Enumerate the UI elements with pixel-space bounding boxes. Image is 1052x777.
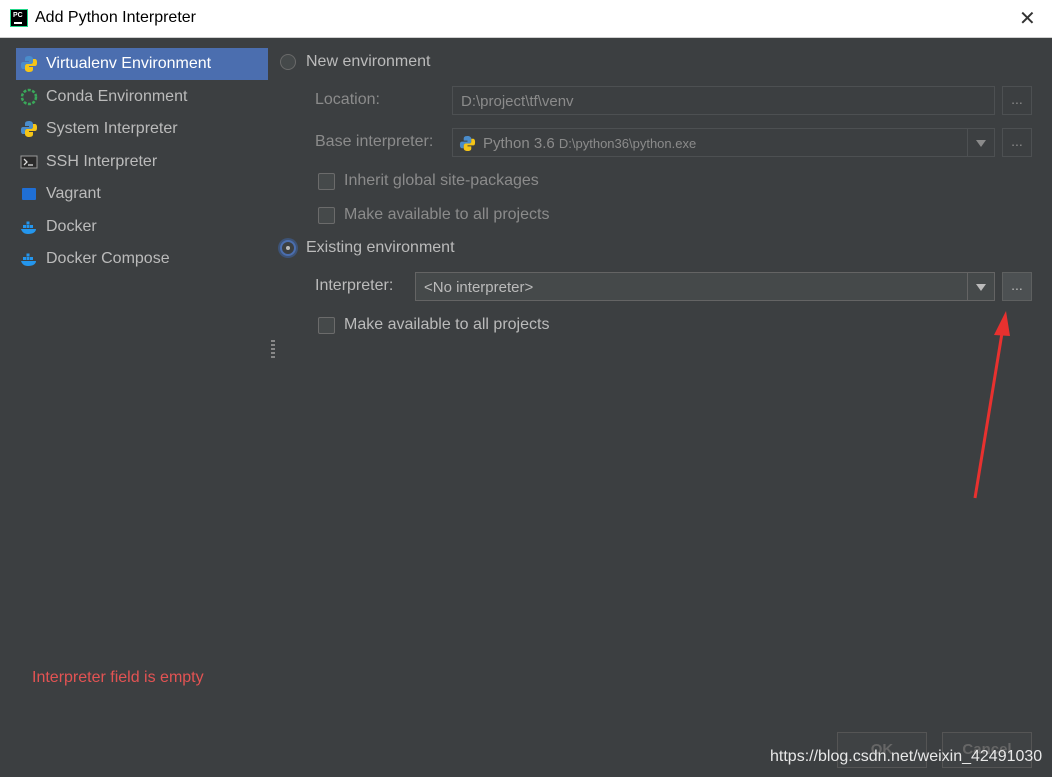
sidebar-item-label: System Interpreter (46, 120, 178, 137)
watermark-url: https://blog.csdn.net/weixin_42491030 (770, 748, 1043, 765)
interpreter-label: Interpreter: (315, 277, 394, 294)
sidebar-item-label: Virtualenv Environment (46, 55, 212, 72)
new-environment-radio[interactable] (280, 54, 296, 70)
sidebar-item-label: Docker (46, 218, 97, 235)
sidebar-item-docker-compose[interactable]: Docker Compose (16, 243, 268, 275)
base-interpreter-browse-button[interactable]: ... (1002, 128, 1032, 157)
sidebar-item-docker[interactable]: Docker (16, 211, 268, 243)
python-icon (459, 135, 476, 152)
annotation-arrow-icon (973, 311, 1010, 499)
vagrant-icon (22, 188, 36, 200)
existing-environment-radio[interactable] (280, 240, 296, 256)
sidebar-item-ssh-interpreter[interactable]: SSH Interpreter (16, 146, 268, 178)
sidebar: Virtualenv Environment Conda Environment… (0, 38, 270, 777)
interpreter-browse-button[interactable]: ... (1002, 272, 1032, 301)
sidebar-item-label: Vagrant (46, 185, 101, 202)
sidebar-item-system-interpreter[interactable]: System Interpreter (16, 113, 268, 145)
base-interpreter-path: D:\python36\python.exe (558, 136, 697, 151)
error-message: Interpreter field is empty (32, 669, 204, 686)
sidebar-item-label: Conda Environment (46, 88, 188, 105)
python-icon (21, 121, 37, 137)
base-interpreter-name: Python 3.6 (483, 135, 555, 152)
chevron-down-icon[interactable] (967, 273, 994, 300)
sidebar-item-virtualenv[interactable]: Virtualenv Environment (16, 48, 268, 80)
window-title: Add Python Interpreter (35, 9, 196, 26)
python-icon (21, 56, 37, 72)
sidebar-item-vagrant[interactable]: Vagrant (16, 178, 268, 210)
docker-icon (21, 253, 36, 266)
existing-env-make-available-checkbox[interactable] (318, 317, 335, 334)
location-value: D:\project\tf\venv (461, 93, 574, 110)
interpreter-value: <No interpreter> (424, 279, 534, 296)
base-interpreter-label: Base interpreter: (315, 133, 434, 150)
chevron-down-icon[interactable] (967, 129, 994, 156)
docker-icon (21, 221, 36, 234)
close-icon[interactable]: ✕ (1019, 6, 1036, 31)
conda-icon (20, 88, 38, 106)
sidebar-item-label: SSH Interpreter (46, 153, 158, 170)
sidebar-item-conda[interactable]: Conda Environment (16, 81, 268, 113)
title-bar: PC Add Python Interpreter ✕ (0, 0, 1052, 38)
new-env-make-available-label: Make available to all projects (344, 206, 550, 223)
location-field[interactable]: D:\project\tf\venv (452, 86, 995, 115)
splitter-handle[interactable] (271, 340, 275, 358)
new-env-make-available-checkbox[interactable] (318, 207, 335, 224)
existing-environment-label[interactable]: Existing environment (306, 239, 455, 257)
location-browse-button[interactable]: ... (1002, 86, 1032, 115)
sidebar-item-label: Docker Compose (46, 250, 170, 267)
location-label: Location: (315, 91, 380, 108)
existing-env-make-available-label: Make available to all projects (344, 316, 550, 333)
base-interpreter-dropdown[interactable]: Python 3.6 D:\python36\python.exe (452, 128, 995, 157)
terminal-icon (20, 155, 38, 169)
interpreter-dropdown[interactable]: <No interpreter> (415, 272, 995, 301)
new-environment-label[interactable]: New environment (306, 53, 431, 71)
inherit-site-packages-label: Inherit global site-packages (344, 172, 539, 189)
pycharm-icon: PC (10, 9, 28, 27)
inherit-site-packages-checkbox[interactable] (318, 173, 335, 190)
